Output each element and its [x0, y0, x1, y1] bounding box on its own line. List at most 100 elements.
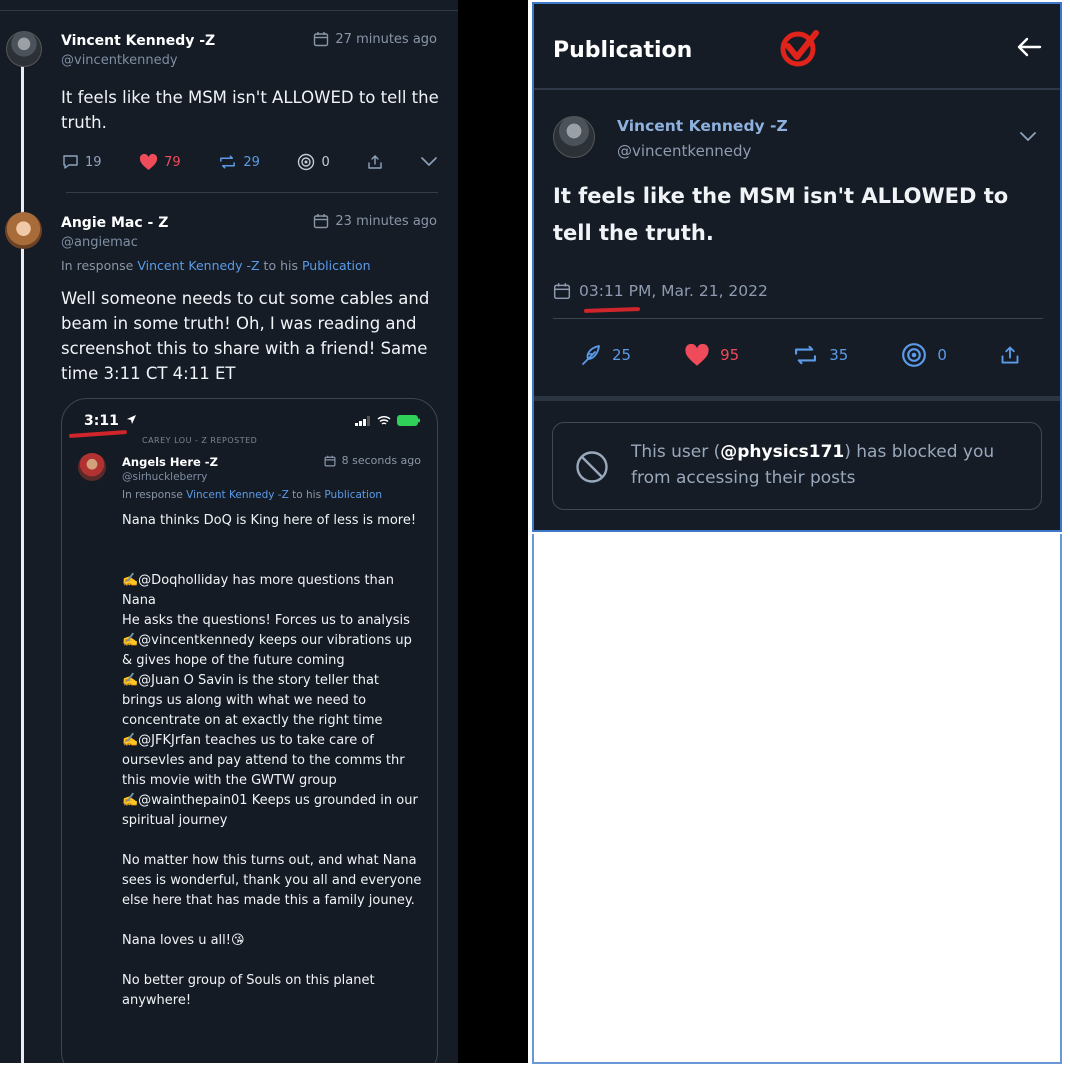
battery-icon [397, 415, 420, 426]
like-count: 95 [720, 346, 740, 364]
avatar[interactable] [553, 116, 595, 158]
avatar[interactable] [6, 31, 42, 67]
post-text: It feels like the MSM isn't ALLOWED to t… [553, 184, 1009, 245]
post-text: Well someone needs to cut some cables an… [61, 289, 430, 383]
post-handle[interactable]: @vincentkennedy [617, 142, 751, 160]
blocked-icon [576, 451, 608, 483]
thread-line [21, 58, 24, 1063]
post-author[interactable]: Angels Here -Z [122, 455, 218, 469]
publication-header: Publication [534, 4, 1060, 90]
share-icon [368, 155, 383, 169]
post-time: 27 minutes ago [313, 31, 437, 47]
post-divider [66, 192, 438, 193]
repost-count: 35 [829, 346, 849, 364]
target-count: 0 [321, 154, 330, 170]
post-date-text: 03:11 PM, Mar. 21, 2022 [579, 282, 768, 300]
blank-area [532, 534, 1062, 1064]
embedded-phone-screenshot: 3:11 CAREY LOU - Z REPOSTED Angels Here … [61, 398, 438, 1063]
top-divider [0, 10, 458, 11]
like-count: 79 [164, 154, 181, 170]
share-icon [1001, 346, 1019, 364]
reply-mid: to his [263, 258, 298, 273]
repost-button[interactable]: 35 [792, 344, 848, 366]
app-logo-icon [780, 30, 819, 67]
reply-prefix: In response [122, 489, 183, 501]
status-time-text: 3:11 [84, 413, 119, 429]
reply-context: In response Vincent Kennedy -Z to his Pu… [122, 489, 382, 501]
calendar-icon [314, 32, 329, 47]
blocked-message: This user (@physics171) has blocked you … [631, 439, 1011, 491]
post-time: 8 seconds ago [324, 454, 421, 467]
reply-user-link[interactable]: Vincent Kennedy -Z [186, 489, 289, 501]
reply-mid: to his [292, 489, 322, 501]
red-underline-annotation [583, 307, 641, 313]
post-actions: 25 95 35 0 [580, 342, 1020, 368]
post-time-text: 8 seconds ago [341, 454, 421, 467]
reply-context: In response Vincent Kennedy -Z to his Pu… [61, 258, 371, 273]
page-title: Publication [553, 38, 693, 63]
post-handle[interactable]: @sirhuckleberry [122, 471, 207, 483]
back-arrow-icon[interactable] [1016, 36, 1042, 58]
right-screenshot: Publication Vincent Kennedy -Z @vincentk… [532, 2, 1062, 532]
blocked-prefix: This user ( [631, 442, 721, 462]
chevron-down-icon[interactable] [1020, 132, 1036, 142]
comment-button[interactable]: 19 [62, 154, 102, 170]
blocked-notice: This user (@physics171) has blocked you … [552, 422, 1042, 510]
heart-icon [685, 343, 709, 366]
blocked-user-handle[interactable]: @physics171 [720, 442, 844, 462]
share-button[interactable] [1000, 345, 1020, 365]
more-button[interactable] [421, 157, 437, 167]
calendar-icon [314, 214, 329, 229]
post-author[interactable]: Angie Mac - Z [61, 215, 168, 231]
calendar-icon [553, 283, 571, 300]
heart-icon [140, 153, 158, 170]
repost-icon [795, 345, 817, 365]
chevron-down-icon [421, 157, 437, 167]
target-icon [298, 153, 315, 171]
location-arrow-icon [126, 415, 136, 424]
phone-status-time: 3:11 [84, 413, 137, 429]
post-date: 03:11 PM, Mar. 21, 2022 [553, 282, 768, 300]
reposted-label: CAREY LOU - Z REPOSTED [142, 436, 258, 445]
post-author[interactable]: Vincent Kennedy -Z [617, 117, 788, 135]
post-text: Nana thinks DoQ is King here of less is … [122, 513, 422, 1008]
avatar[interactable] [5, 212, 42, 249]
publication-link[interactable]: Publication [324, 489, 382, 501]
signal-icon [355, 415, 370, 426]
section-divider [534, 396, 1060, 401]
header-divider [534, 88, 1060, 90]
repost-count: 29 [243, 154, 260, 170]
repost-icon [220, 155, 236, 169]
left-screenshot: Vincent Kennedy -Z @vincentkennedy 27 mi… [0, 0, 528, 1063]
like-button[interactable]: 79 [139, 153, 181, 171]
red-underline-annotation [68, 429, 128, 439]
avatar[interactable] [78, 453, 106, 481]
feed: Vincent Kennedy -Z @vincentkennedy 27 mi… [0, 0, 458, 1063]
target-icon [902, 343, 927, 367]
repost-button[interactable]: 29 [218, 154, 260, 170]
comment-button[interactable]: 25 [580, 344, 631, 366]
calendar-icon [324, 455, 336, 466]
publication-link[interactable]: Publication [302, 258, 371, 273]
post-time-text: 23 minutes ago [335, 213, 437, 229]
target-count: 0 [937, 346, 947, 364]
post-time-text: 27 minutes ago [335, 31, 437, 47]
comment-count: 19 [85, 154, 102, 170]
post-actions: 19 79 29 0 [62, 153, 437, 171]
post-divider [553, 318, 1043, 319]
reply-user-link[interactable]: Vincent Kennedy -Z [137, 258, 259, 273]
share-button[interactable] [367, 154, 383, 170]
like-button[interactable]: 95 [684, 343, 740, 367]
comment-count: 25 [612, 346, 632, 364]
target-button[interactable]: 0 [901, 342, 947, 368]
post-author[interactable]: Vincent Kennedy -Z [61, 33, 215, 49]
comment-icon [63, 155, 78, 169]
post-handle[interactable]: @angiemac [61, 235, 138, 250]
target-button[interactable]: 0 [297, 153, 330, 171]
wifi-icon [377, 415, 391, 425]
reply-prefix: In response [61, 258, 134, 273]
post-time: 23 minutes ago [313, 213, 437, 229]
feather-icon [582, 345, 600, 365]
post-text: It feels like the MSM isn't ALLOWED to t… [61, 88, 439, 132]
post-handle[interactable]: @vincentkennedy [61, 53, 178, 68]
